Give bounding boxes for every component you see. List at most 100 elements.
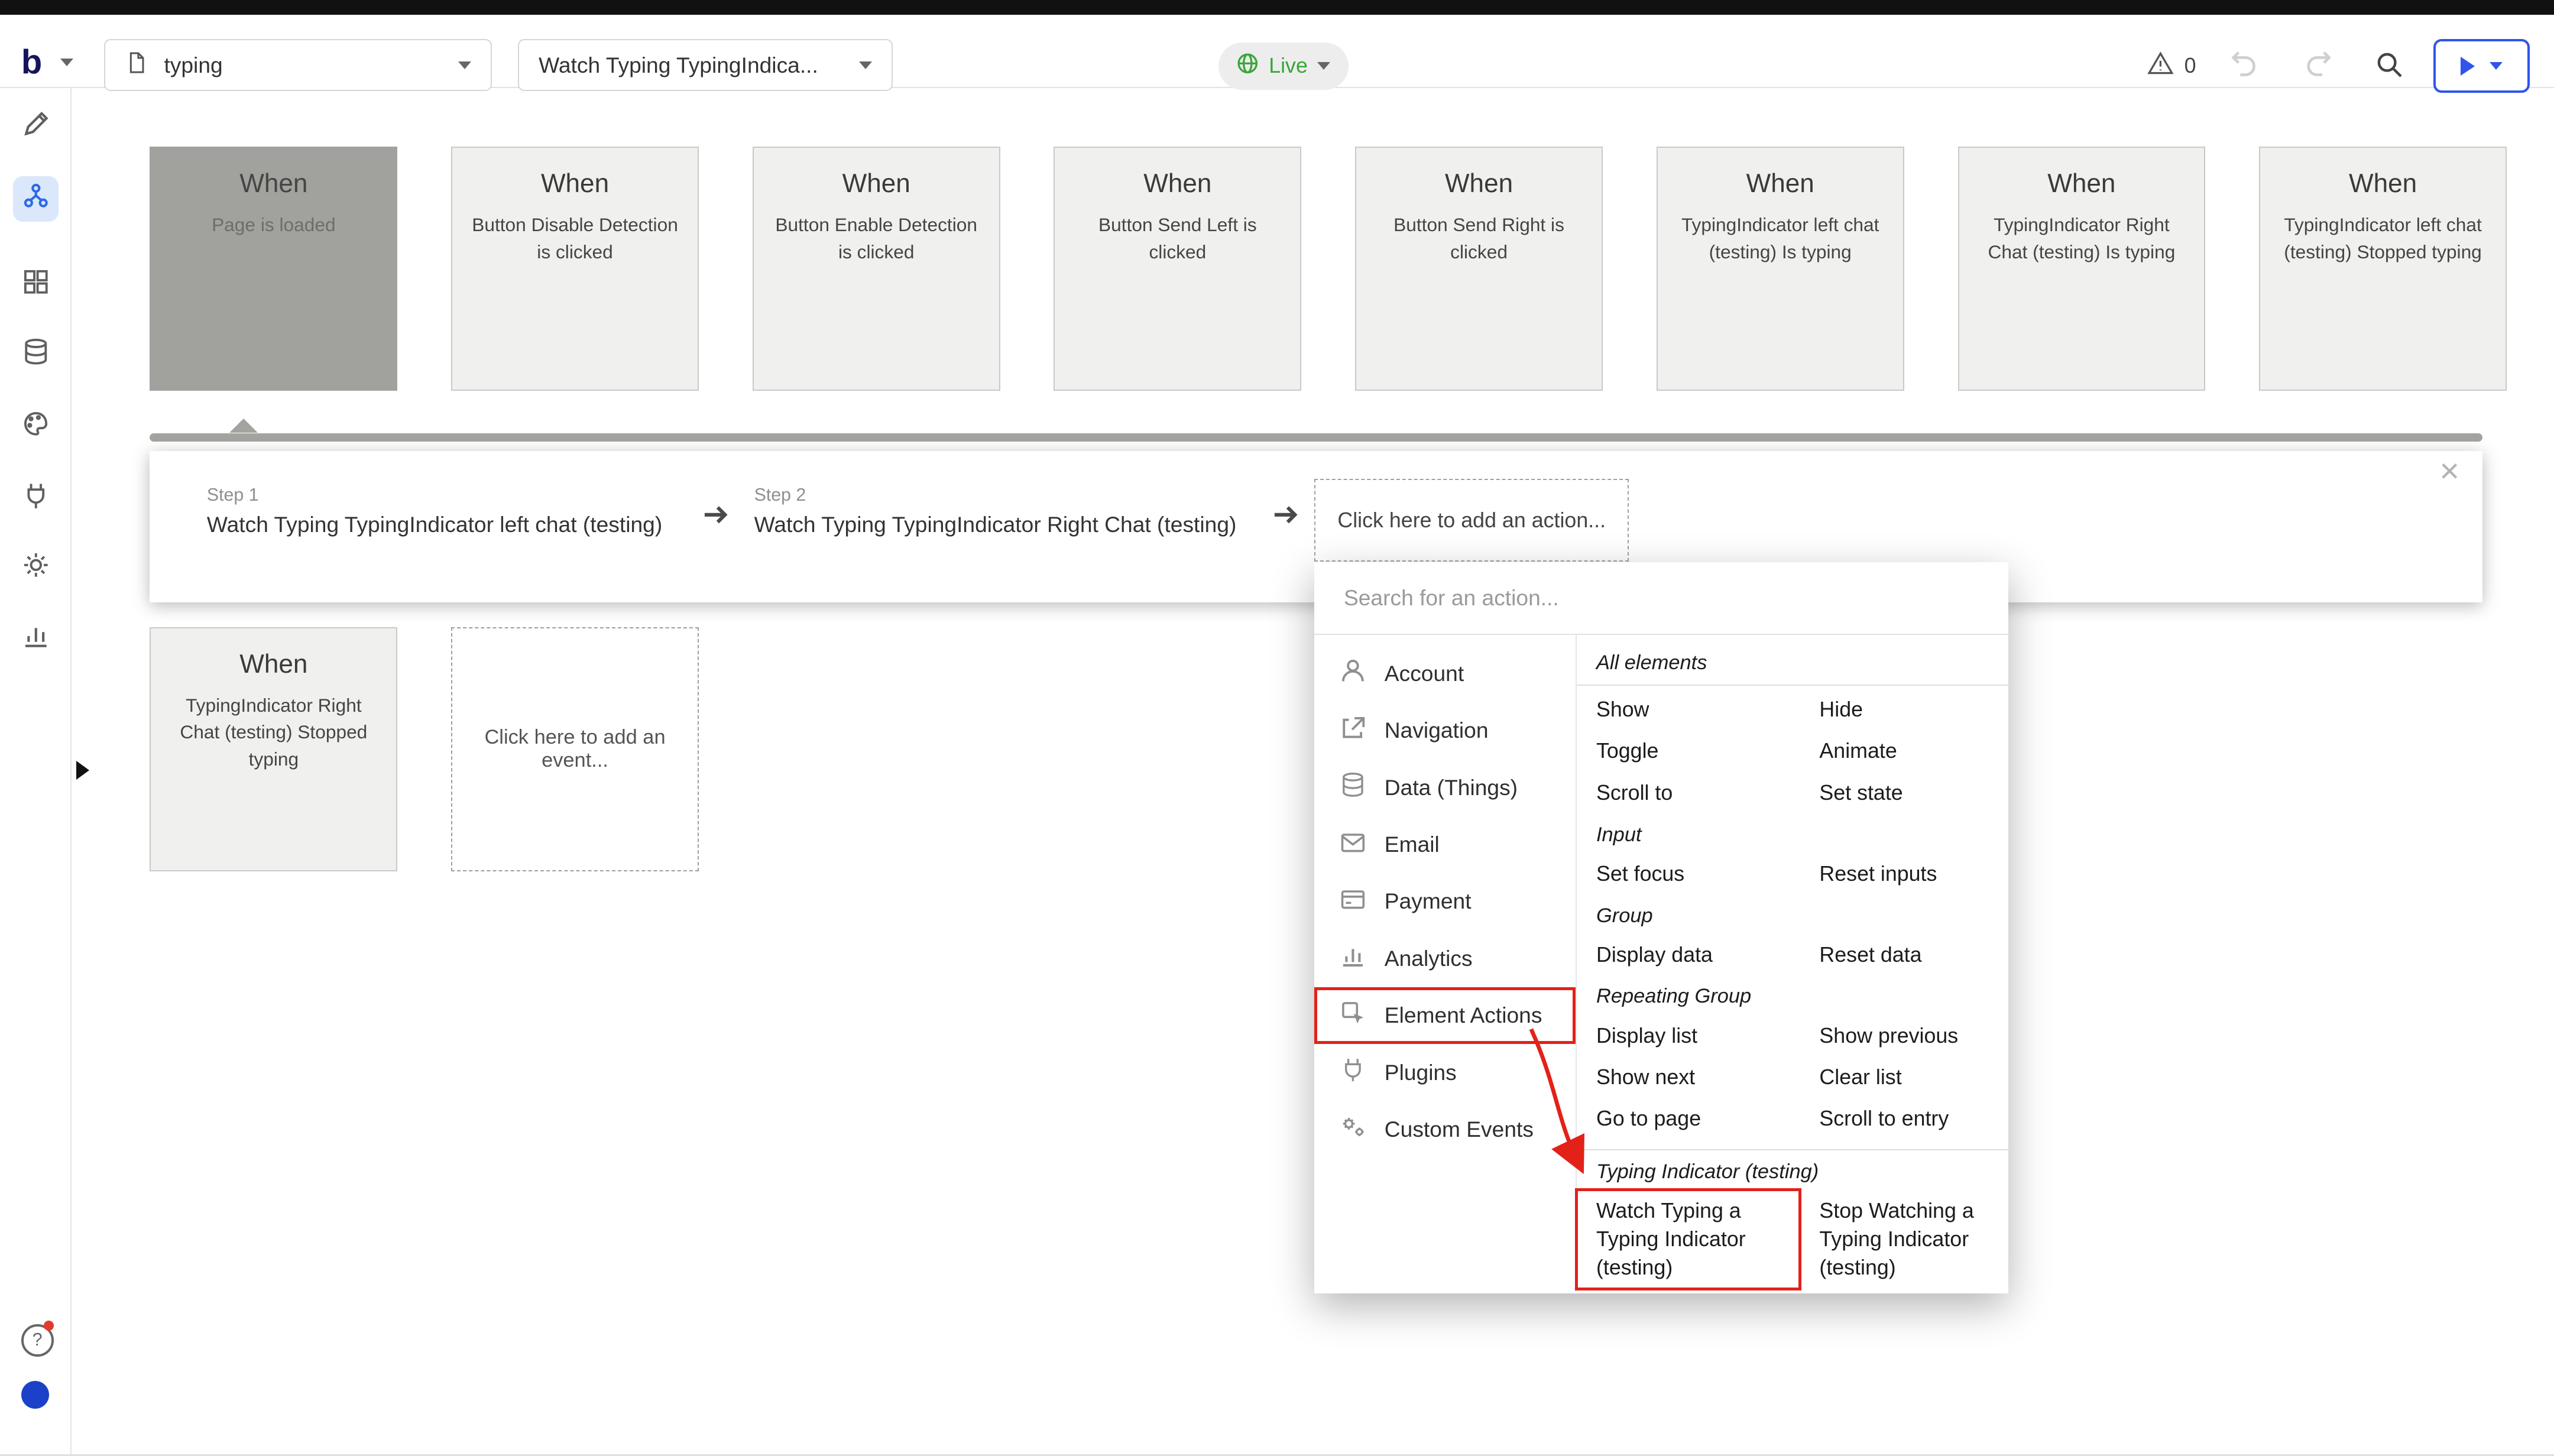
sidebar-item-components[interactable]	[13, 262, 59, 308]
chevron-down-icon	[1317, 62, 1330, 70]
page-dropdown[interactable]: typing	[104, 39, 492, 91]
event-title: When	[1959, 169, 2205, 199]
action-item[interactable]: Toggle	[1577, 730, 1800, 771]
event-card[interactable]: When Button Disable Detection is clicked	[451, 147, 699, 391]
event-card[interactable]: When TypingIndicator Right Chat (testing…	[1958, 147, 2206, 391]
action-item[interactable]: Scroll to entry	[1800, 1098, 2008, 1139]
event-card[interactable]: When TypingIndicator left chat (testing)…	[2259, 147, 2507, 391]
panel-expand-handle[interactable]	[76, 761, 89, 780]
preview-run-button[interactable]	[2433, 39, 2530, 93]
undo-button[interactable]	[2228, 47, 2259, 78]
redo-button[interactable]	[2303, 47, 2334, 78]
database-icon	[1339, 771, 1367, 804]
category-label: Analytics	[1385, 946, 1473, 971]
section-header: Repeating Group	[1577, 975, 2008, 1015]
sidebar-item-design[interactable]	[13, 104, 59, 150]
action-item-stop-watching[interactable]: Stop Watching a Typing Indicator (testin…	[1800, 1190, 2008, 1289]
section-header: Group	[1577, 894, 2008, 934]
bubble-logo[interactable]: b	[21, 46, 42, 80]
event-card[interactable]: When TypingIndicator Right Chat (testing…	[150, 627, 397, 871]
live-version-selector[interactable]: Live	[1218, 43, 1349, 90]
category-label: Payment	[1385, 888, 1472, 914]
search-button[interactable]	[2375, 50, 2404, 80]
action-item[interactable]: Reset data	[1800, 934, 2008, 975]
analytics-icon	[1339, 942, 1367, 975]
sidebar-item-styles[interactable]	[13, 404, 59, 449]
add-action-button[interactable]: Click here to add an action...	[1314, 479, 1629, 562]
action-section-group: Group Display data Reset data	[1577, 894, 2008, 975]
category-navigation[interactable]: Navigation	[1314, 702, 1576, 758]
sidebar-item-settings[interactable]	[13, 546, 59, 591]
element-actions-icon	[1339, 999, 1367, 1032]
category-label: Email	[1385, 832, 1440, 857]
event-subtitle: TypingIndicator left chat (testing) Stop…	[2260, 212, 2506, 266]
category-custom-events[interactable]: Custom Events	[1314, 1101, 1576, 1157]
event-card[interactable]: When Button Enable Detection is clicked	[753, 147, 1000, 391]
event-card[interactable]: When Button Send Right is clicked	[1355, 147, 1603, 391]
category-plugins[interactable]: Plugins	[1314, 1044, 1576, 1101]
action-item[interactable]: Scroll to	[1577, 772, 1800, 813]
event-subtitle: TypingIndicator Right Chat (testing) Is …	[1959, 212, 2205, 266]
blue-status-dot[interactable]	[21, 1381, 49, 1409]
top-black-strip	[0, 0, 2554, 15]
action-section-typing-indicator: Typing Indicator (testing) Watch Typing …	[1577, 1149, 2008, 1289]
action-search-input[interactable]	[1340, 583, 1982, 612]
add-event-label: Click here to add an event...	[478, 726, 672, 772]
custom-events-icon	[1339, 1113, 1367, 1146]
category-email[interactable]: Email	[1314, 816, 1576, 873]
category-analytics[interactable]: Analytics	[1314, 930, 1576, 987]
issues-indicator[interactable]: 0	[2147, 50, 2196, 82]
sidebar-item-data[interactable]	[13, 332, 59, 378]
action-item[interactable]: Show	[1577, 689, 1800, 730]
workflow-scrollbar[interactable]	[150, 433, 2482, 442]
workflow-dropdown[interactable]: Watch Typing TypingIndica...	[518, 39, 893, 91]
add-event-button[interactable]: Click here to add an event...	[451, 627, 699, 871]
step-2[interactable]: Step 2 Watch Typing TypingIndicator Righ…	[754, 485, 1251, 537]
category-payment[interactable]: Payment	[1314, 873, 1576, 930]
sidebar-item-logs[interactable]	[13, 615, 59, 661]
step-1[interactable]: Step 1 Watch Typing TypingIndicator left…	[207, 485, 688, 537]
globe-icon	[1236, 52, 1259, 80]
section-header: Input	[1577, 813, 2008, 853]
event-title: When	[151, 650, 396, 679]
action-item[interactable]: Clear list	[1800, 1056, 2008, 1098]
category-label: Plugins	[1385, 1060, 1457, 1085]
event-subtitle: Button Disable Detection is clicked	[452, 212, 698, 266]
category-data-things[interactable]: Data (Things)	[1314, 759, 1576, 816]
add-action-menu: Account Navigation Data (Things) Email P…	[1314, 562, 2008, 1293]
category-label: Account	[1385, 661, 1464, 686]
event-subtitle: Button Enable Detection is clicked	[754, 212, 999, 266]
close-icon[interactable]: ×	[2439, 455, 2459, 489]
action-item[interactable]: Display list	[1577, 1014, 1800, 1056]
arrow-right-icon	[1270, 500, 1301, 530]
sidebar-item-plugins[interactable]	[13, 475, 59, 521]
play-icon	[2461, 57, 2475, 76]
action-item[interactable]: Animate	[1800, 730, 2008, 771]
action-item-watch-typing[interactable]: Watch Typing a Typing Indicator (testing…	[1577, 1190, 1800, 1289]
events-row: When Page is loaded When Button Disable …	[150, 147, 2506, 391]
category-label: Element Actions	[1385, 1003, 1542, 1028]
chevron-down-icon	[2490, 62, 2503, 70]
section-header: All elements	[1577, 641, 2008, 685]
category-label: Navigation	[1385, 718, 1489, 743]
event-title: When	[2260, 169, 2506, 199]
action-item[interactable]: Show next	[1577, 1056, 1800, 1098]
category-account[interactable]: Account	[1314, 645, 1576, 702]
action-item[interactable]: Reset inputs	[1800, 853, 2008, 894]
category-element-actions[interactable]: Element Actions	[1314, 987, 1576, 1044]
event-card[interactable]: When Button Send Left is clicked	[1054, 147, 1301, 391]
action-item[interactable]: Display data	[1577, 934, 1800, 975]
action-item[interactable]: Show previous	[1800, 1014, 2008, 1056]
email-icon	[1339, 828, 1367, 861]
user-icon	[1339, 657, 1367, 690]
section-header: Typing Indicator (testing)	[1577, 1150, 2008, 1190]
action-item[interactable]: Set state	[1800, 772, 2008, 813]
event-card-page-loaded[interactable]: When Page is loaded	[150, 147, 397, 391]
action-item[interactable]: Hide	[1800, 689, 2008, 730]
action-section-input: Input Set focus Reset inputs	[1577, 813, 2008, 894]
action-item[interactable]: Set focus	[1577, 853, 1800, 894]
event-card[interactable]: When TypingIndicator left chat (testing)…	[1657, 147, 1904, 391]
logs-chart-icon	[21, 621, 51, 657]
action-item[interactable]: Go to page	[1577, 1098, 1800, 1139]
sidebar-item-workflow[interactable]	[13, 176, 59, 222]
